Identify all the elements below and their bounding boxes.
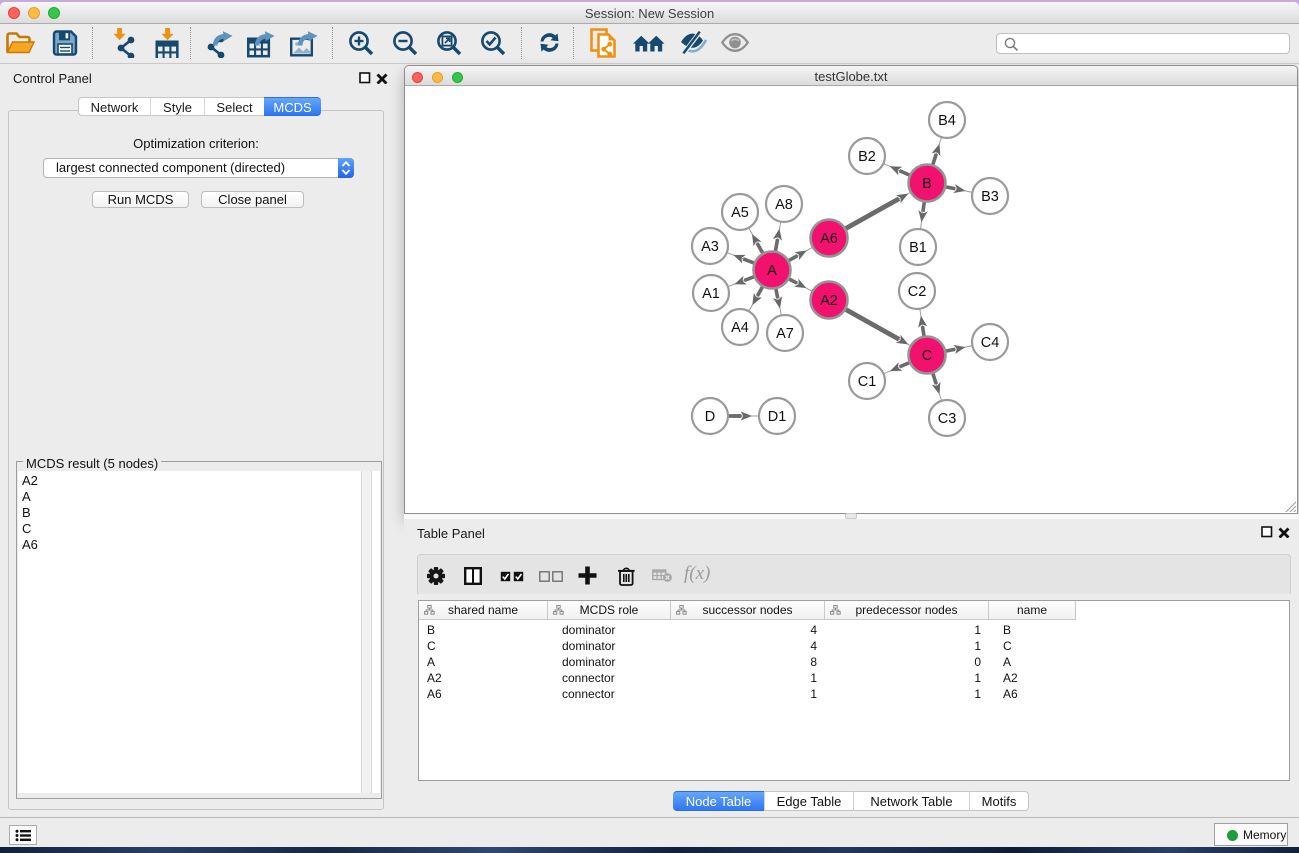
- svg-text:D: D: [705, 409, 715, 425]
- svg-text:C4: C4: [981, 335, 1000, 351]
- svg-text:C: C: [922, 348, 932, 364]
- svg-text:B2: B2: [858, 149, 876, 165]
- svg-text:B4: B4: [938, 113, 956, 129]
- svg-text:B: B: [922, 176, 932, 192]
- svg-text:A: A: [767, 263, 777, 279]
- svg-text:A4: A4: [731, 320, 749, 336]
- svg-text:B1: B1: [909, 240, 927, 256]
- svg-text:A7: A7: [776, 326, 794, 342]
- svg-text:C1: C1: [858, 374, 877, 390]
- svg-text:A3: A3: [701, 239, 719, 255]
- svg-text:A5: A5: [731, 205, 749, 221]
- svg-text:C3: C3: [938, 411, 957, 427]
- svg-text:A1: A1: [702, 286, 720, 302]
- svg-text:B3: B3: [981, 189, 999, 205]
- svg-text:A6: A6: [820, 231, 838, 247]
- svg-text:A8: A8: [775, 197, 793, 213]
- svg-text:A2: A2: [820, 293, 838, 309]
- svg-text:D1: D1: [768, 409, 787, 425]
- svg-text:C2: C2: [908, 284, 927, 300]
